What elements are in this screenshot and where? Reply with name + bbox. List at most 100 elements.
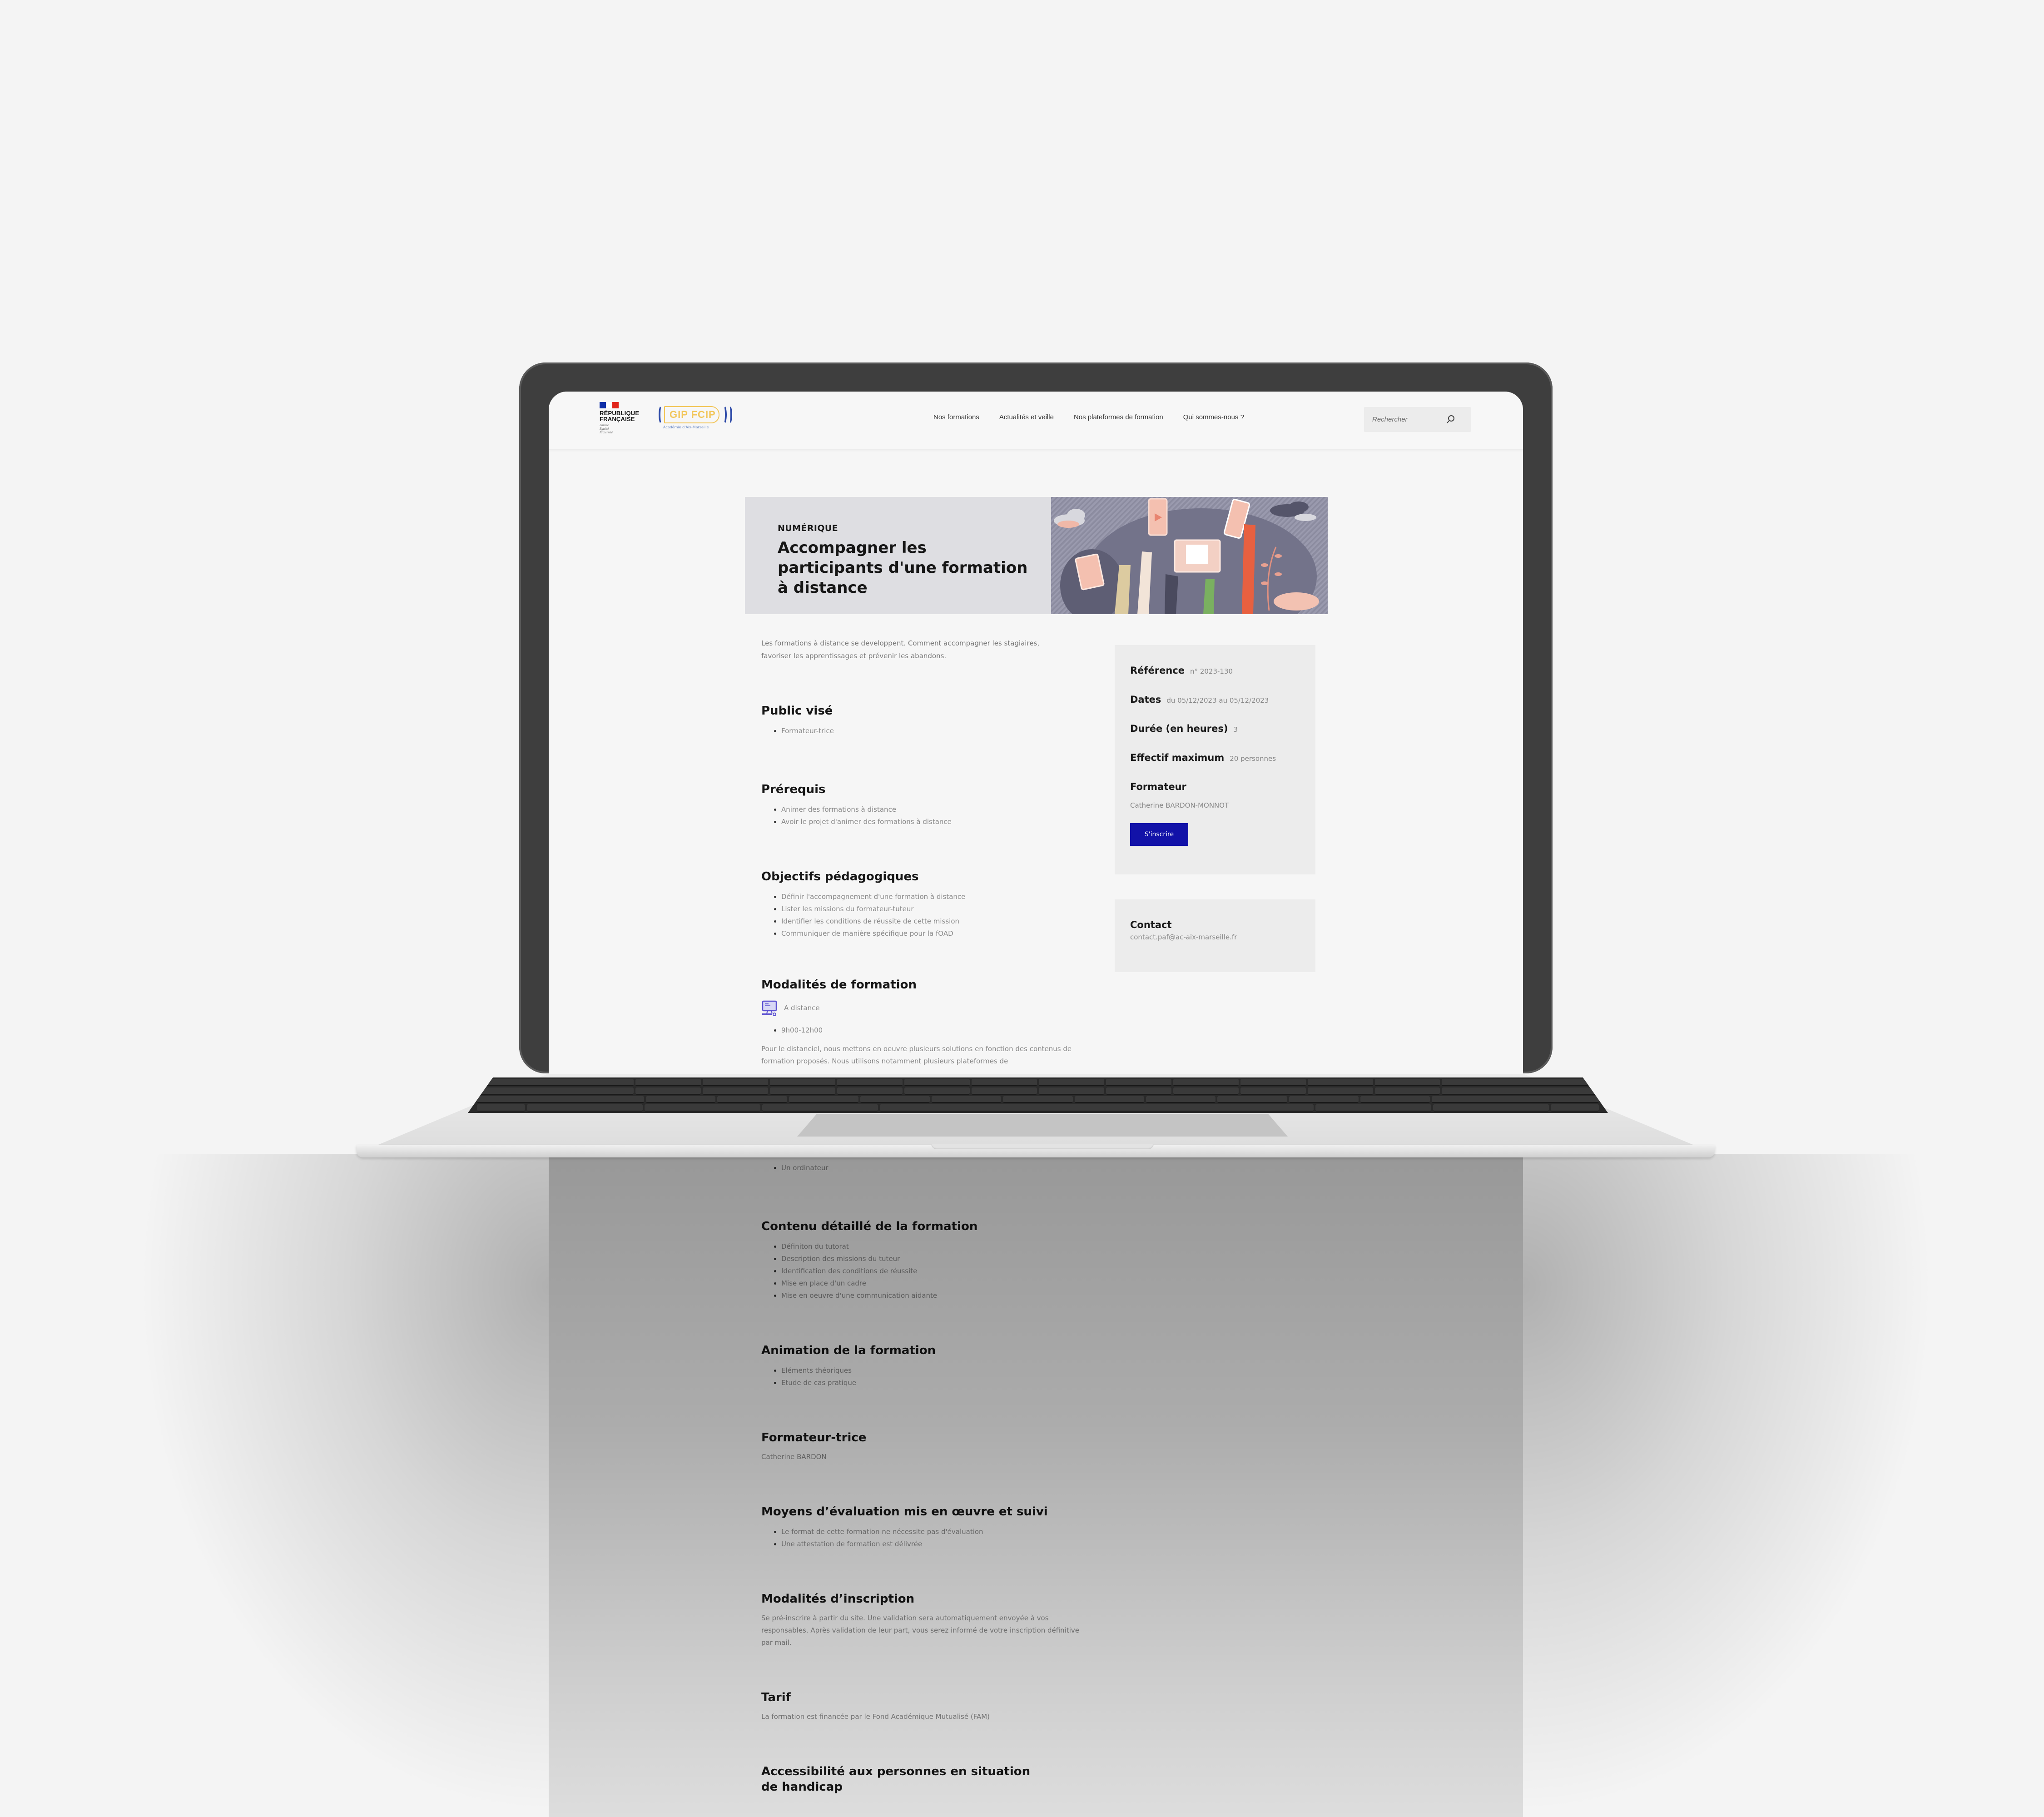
section-animation: Animation de la formation Eléments théor… bbox=[761, 1343, 1079, 1389]
list-item: Formateur-trice bbox=[781, 725, 1079, 737]
list-item: Un ordinateur bbox=[781, 1162, 1079, 1174]
intro-text: Les formations à distance se developpent… bbox=[761, 639, 1040, 660]
list-item: Animer des formations à distance bbox=[781, 804, 1079, 816]
list-item: Avoir le projet d'animer des formations … bbox=[781, 816, 1079, 828]
contact-label: Contact bbox=[1130, 919, 1172, 930]
gip-arc-right-1 bbox=[721, 405, 727, 424]
site: RÉPUBLIQUE FRANÇAISE Liberté Égalité Fra… bbox=[549, 392, 1523, 1794]
list-item: Mise en oeuvre d'une communication aidan… bbox=[781, 1290, 1079, 1302]
section-title: Contenu détaillé de la formation bbox=[761, 1220, 978, 1233]
mode-row: A distance bbox=[761, 1000, 1079, 1016]
register-button[interactable]: S'inscrire bbox=[1130, 823, 1188, 846]
gip-fcip-logo[interactable]: GIP FCIP Académie d'Aix-Marseille bbox=[658, 405, 739, 433]
gip-subtitle: Académie d'Aix-Marseille bbox=[663, 425, 709, 429]
hero-banner: NUMÉRIQUE Accompagner les participants d… bbox=[745, 497, 1328, 614]
info-value: du 05/12/2023 au 05/12/2023 bbox=[1166, 696, 1269, 705]
modalites-text: Pour le distanciel, nous mettons en oeuv… bbox=[761, 1045, 1072, 1065]
info-duree: Durée (en heures) 3 bbox=[1130, 723, 1300, 734]
section-evaluation: Moyens d’évaluation mis en œuvre et suiv… bbox=[761, 1504, 1079, 1550]
list-item: Mise en place d'un cadre bbox=[781, 1277, 1079, 1290]
list-item: Le format de cette formation ne nécessit… bbox=[781, 1526, 1079, 1538]
info-label: Référence bbox=[1130, 665, 1185, 676]
section-modalites: Modalités de formation A distance 9h00-1 bbox=[761, 977, 1079, 1067]
computer-icon bbox=[762, 1000, 777, 1016]
search-input[interactable] bbox=[1372, 414, 1440, 424]
mode-label: A distance bbox=[784, 1004, 820, 1012]
list-item: Identification des conditions de réussit… bbox=[781, 1265, 1079, 1277]
list-item: 9h00-12h00 bbox=[781, 1024, 1079, 1037]
section-title: Modalités de formation bbox=[761, 978, 917, 992]
section-contenu: Contenu détaillé de la formation Définit… bbox=[761, 1219, 1079, 1302]
training-info-card: Référence n° 2023-130 Dates du 05/12/202… bbox=[1115, 645, 1315, 874]
flag-icon bbox=[600, 402, 619, 408]
trackpad bbox=[797, 1114, 1288, 1137]
shadow-left bbox=[136, 1154, 549, 1817]
hero-title: Accompagner les participants d'une forma… bbox=[778, 539, 1028, 597]
section-title: Prérequis bbox=[761, 783, 826, 796]
list-item: Définiton du tutorat bbox=[781, 1241, 1079, 1253]
motto-liberte: Liberté bbox=[600, 423, 609, 427]
motto-egalite: Égalité bbox=[600, 427, 609, 431]
section-title: Modalités d’inscription bbox=[761, 1592, 915, 1606]
keyboard bbox=[468, 1077, 1608, 1113]
list-item: Description des missions du tuteur bbox=[781, 1253, 1079, 1265]
list-item: Lister les missions du formateur-tuteur bbox=[781, 903, 1079, 915]
section-title: Formateur-trice bbox=[761, 1431, 867, 1445]
info-value: n° 2023-130 bbox=[1190, 667, 1233, 675]
search-icon[interactable] bbox=[1445, 413, 1457, 425]
info-effectif: Effectif maximum 20 personnes bbox=[1130, 752, 1300, 763]
section-title: Accessibilité aux personnes en situation… bbox=[761, 1765, 1031, 1794]
shadow-right bbox=[1523, 1154, 1935, 1817]
nav-actualites[interactable]: Actualités et veille bbox=[999, 413, 1054, 421]
list-item: Eléments théoriques bbox=[781, 1365, 1079, 1377]
contact-email-link[interactable]: contact.paf@ac-aix-marseille.fr bbox=[1130, 933, 1300, 941]
info-value: 20 personnes bbox=[1230, 755, 1276, 763]
list-item: Communiquer de manière spécifique pour l… bbox=[781, 928, 1079, 940]
section-tarif: Tarif La formation est financée par le F… bbox=[761, 1690, 1079, 1723]
info-dates: Dates du 05/12/2023 au 05/12/2023 bbox=[1130, 694, 1300, 705]
info-value: 3 bbox=[1233, 725, 1238, 734]
motto-fraternite: Fraternité bbox=[600, 431, 613, 434]
section-title: Animation de la formation bbox=[761, 1344, 936, 1357]
section-objectifs: Objectifs pédagogiques Définir l'accompa… bbox=[761, 869, 1079, 940]
nav-plateformes[interactable]: Nos plateformes de formation bbox=[1074, 413, 1163, 421]
inscription-text: Se pré-inscrire à partir du site. Une va… bbox=[761, 1614, 1080, 1647]
republique-francaise-logo[interactable]: RÉPUBLIQUE FRANÇAISE Liberté Égalité Fra… bbox=[600, 402, 639, 434]
nav-nos-formations[interactable]: Nos formations bbox=[933, 413, 979, 421]
laptop-notch bbox=[931, 1144, 1154, 1149]
gip-logo-text: GIP FCIP bbox=[664, 406, 719, 423]
info-label: Durée (en heures) bbox=[1130, 723, 1228, 734]
section-title: Moyens d’évaluation mis en œuvre et suiv… bbox=[761, 1505, 1048, 1519]
list-item: Etude de cas pratique bbox=[781, 1377, 1079, 1389]
hands-devices-illustration bbox=[1054, 498, 1319, 614]
section-inscription: Modalités d’inscription Se pré-inscrire … bbox=[761, 1591, 1079, 1649]
rf-title-line2: FRANÇAISE bbox=[600, 416, 635, 422]
hero-text-panel: NUMÉRIQUE Accompagner les participants d… bbox=[745, 497, 1051, 614]
info-label: Dates bbox=[1130, 694, 1161, 705]
section-accessibilite: Accessibilité aux personnes en situation… bbox=[761, 1764, 1079, 1795]
tarif-text: La formation est financée par le Fond Ac… bbox=[761, 1713, 990, 1721]
search-box bbox=[1364, 407, 1471, 432]
section-public: Public visé Formateur-trice bbox=[761, 703, 1079, 737]
trainer-name: Catherine BARDON-MONNOT bbox=[1130, 801, 1229, 809]
info-label: Effectif maximum bbox=[1130, 752, 1225, 763]
site-header: RÉPUBLIQUE FRANÇAISE Liberté Égalité Fra… bbox=[549, 392, 1523, 450]
section-formatrice: Formateur-trice Catherine BARDON bbox=[761, 1430, 1079, 1463]
formatrice-name: Catherine BARDON bbox=[761, 1453, 827, 1461]
section-title: Tarif bbox=[761, 1691, 791, 1704]
info-label: Formateur bbox=[1130, 781, 1186, 792]
main-nav: Nos formations Actualités et veille Nos … bbox=[933, 413, 1244, 421]
nav-qui-sommes-nous[interactable]: Qui sommes-nous ? bbox=[1183, 413, 1244, 421]
section-title: Objectifs pédagogiques bbox=[761, 870, 919, 884]
list-item: Identifier les conditions de réussite de… bbox=[781, 915, 1079, 928]
hero-category: NUMÉRIQUE bbox=[778, 523, 838, 533]
section-title: Public visé bbox=[761, 704, 833, 718]
gip-arc-left bbox=[659, 405, 664, 424]
list-item: Une attestation de formation est délivré… bbox=[781, 1538, 1079, 1550]
main-content: Les formations à distance se developpent… bbox=[761, 637, 1079, 1795]
rf-motto: Liberté Égalité Fraternité bbox=[600, 423, 639, 434]
info-reference: Référence n° 2023-130 bbox=[1130, 665, 1300, 676]
list-item: Définir l'accompagnement d'une formation… bbox=[781, 891, 1079, 903]
contact-card: Contact contact.paf@ac-aix-marseille.fr bbox=[1115, 899, 1315, 972]
section-prerequis: Prérequis Animer des formations à distan… bbox=[761, 782, 1079, 828]
